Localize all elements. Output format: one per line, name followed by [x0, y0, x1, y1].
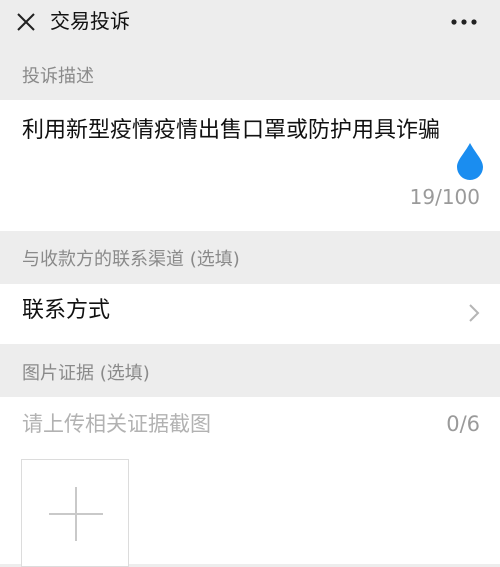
- upload-count: 0/6: [446, 412, 480, 436]
- description-char-counter: 19/100: [409, 185, 480, 209]
- contact-method-label: 联系方式: [22, 298, 111, 323]
- more-icon: [451, 19, 477, 25]
- contact-method-row[interactable]: 联系方式: [0, 284, 500, 344]
- contact-section-label: 与收款方的联系渠道 (选填): [22, 249, 240, 270]
- description-section-label: 投诉描述: [22, 66, 94, 87]
- more-button[interactable]: [446, 8, 482, 36]
- plus-icon: [49, 487, 103, 541]
- add-image-button[interactable]: [21, 459, 129, 567]
- close-icon: [17, 13, 35, 31]
- chevron-right-icon: [469, 304, 480, 322]
- text-cursor-handle-icon[interactable]: [455, 142, 485, 180]
- evidence-panel: 请上传相关证据截图 0/6: [0, 397, 500, 567]
- page-title: 交易投诉: [50, 9, 130, 33]
- top-bar: 交易投诉: [0, 0, 500, 46]
- description-panel: 利用新型疫情疫情出售口罩或防护用具诈骗 19/100: [0, 100, 500, 231]
- upload-prompt: 请上传相关证据截图: [22, 412, 211, 436]
- close-button[interactable]: [10, 6, 42, 38]
- evidence-section-label: 图片证据 (选填): [22, 363, 150, 384]
- description-textarea[interactable]: 利用新型疫情疫情出售口罩或防护用具诈骗: [22, 116, 440, 146]
